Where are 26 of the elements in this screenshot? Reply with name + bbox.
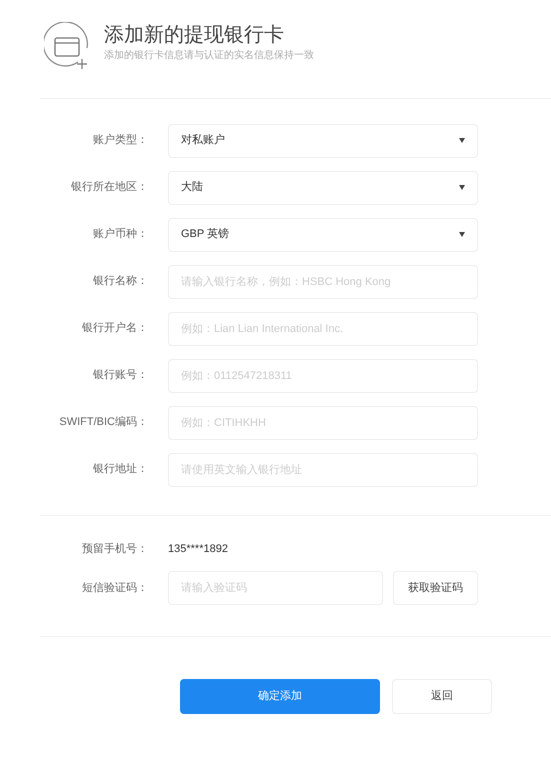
select-value: 大陆: [181, 180, 203, 196]
bank-card-icon: [44, 22, 90, 72]
field-label: 预留手机号：: [81, 542, 149, 557]
get-code-button[interactable]: 获取验证码: [393, 571, 478, 605]
select-value: 对私账户: [181, 132, 225, 148]
back-button[interactable]: 返回: [392, 679, 492, 714]
phone-number: 135****1892: [168, 542, 228, 557]
field-label: 短信验证码：: [81, 580, 149, 596]
field-label: 银行所在地区：: [70, 180, 149, 196]
field-label: 账户币种：: [92, 226, 149, 242]
page-title: 添加新的提现银行卡: [104, 23, 285, 48]
select-field[interactable]: 大陆: [168, 170, 478, 204]
field-label: 银行开户名：: [81, 320, 149, 336]
select-value: GBP 英镑: [181, 226, 230, 242]
confirm-button[interactable]: 确定添加: [180, 679, 380, 714]
field-label: SWIFT/BIC编码：: [58, 415, 149, 430]
caret-icon: [459, 138, 465, 143]
field-label: 银行名称：: [92, 274, 149, 290]
field-label: 银行地址：: [92, 462, 149, 478]
select-field[interactable]: 对私账户: [168, 124, 478, 158]
field-label: 银行账号：: [92, 368, 149, 384]
caret-icon: [459, 232, 465, 237]
caret-icon: [459, 185, 465, 190]
field-label: 账户类型：: [92, 132, 149, 148]
page-subtitle: 添加的银行卡信息请与认证的实名信息保持一致: [104, 48, 314, 63]
select-field[interactable]: GBP 英镑: [168, 218, 478, 252]
